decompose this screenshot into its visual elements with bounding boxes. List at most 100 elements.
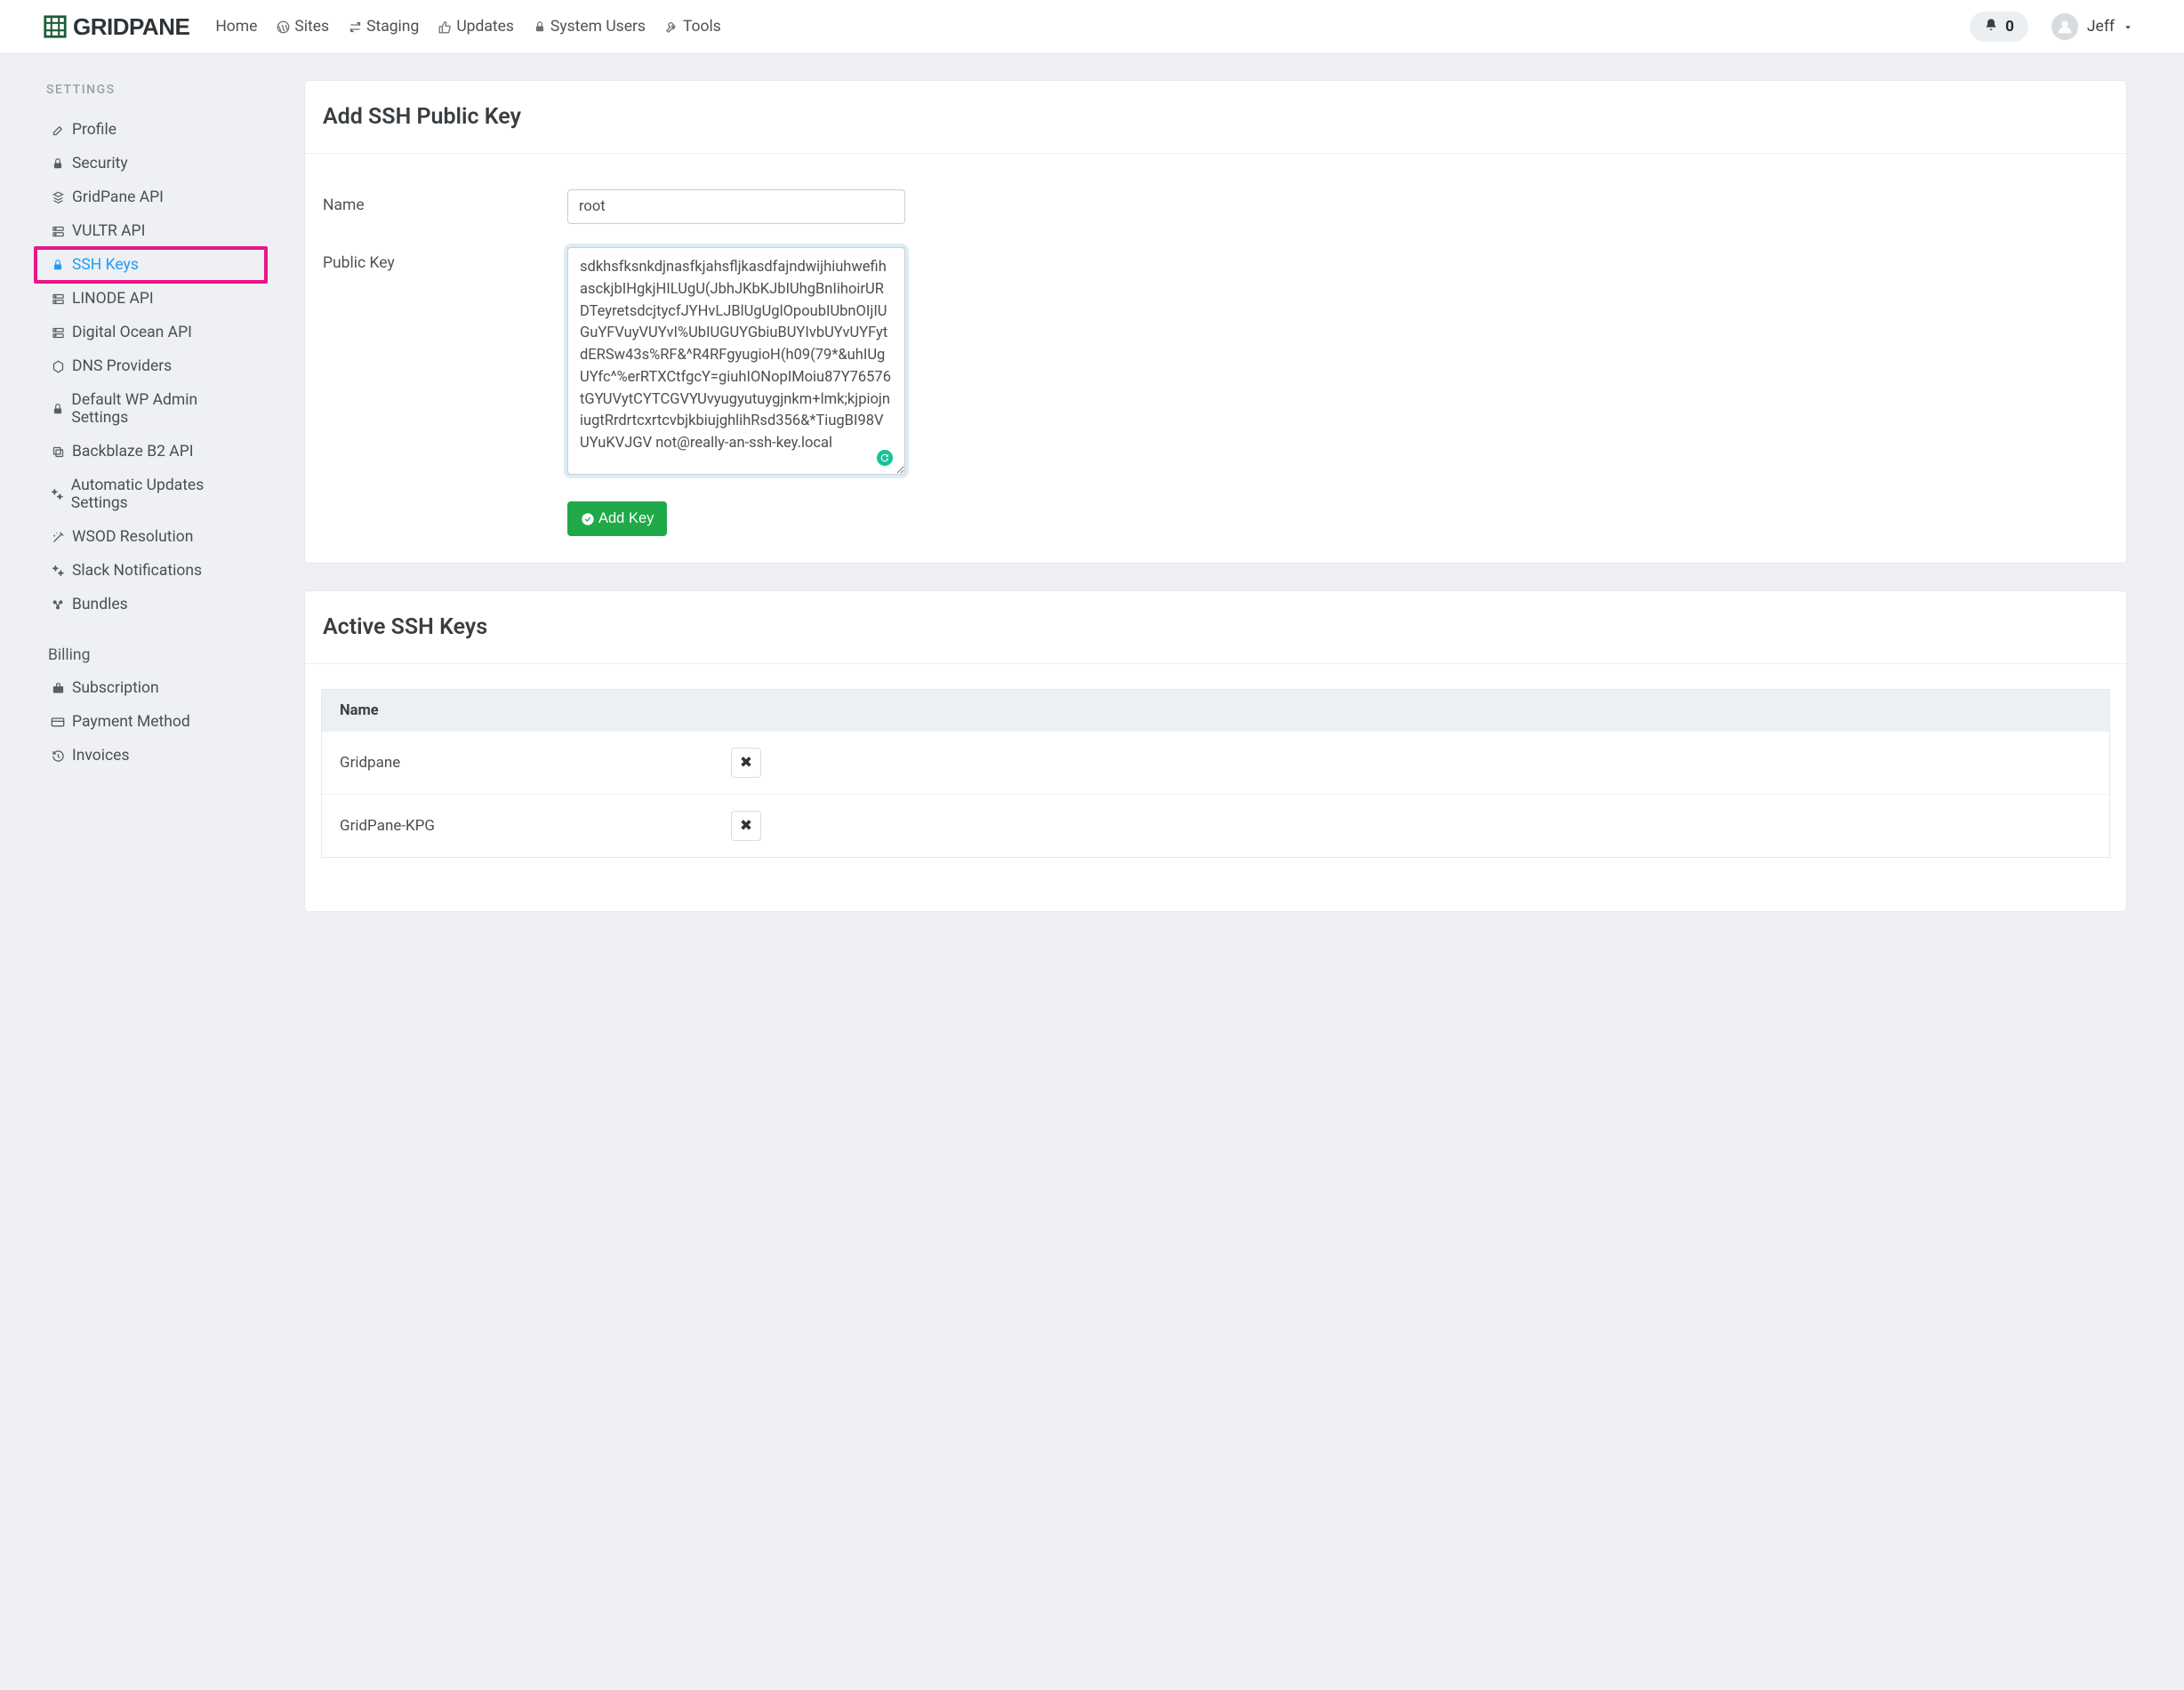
copy-icon [50,445,66,459]
sidebar-item-gridpane-api[interactable]: GridPane API [46,180,261,214]
sidebar-item-label: DNS Providers [72,357,172,375]
key-action-cell: ✖ [731,748,761,778]
server-icon [50,225,66,238]
bell-icon [1984,18,1998,36]
lock-icon [534,20,546,33]
sidebar-item-label: GridPane API [72,188,164,206]
sidebar-item-linode-api[interactable]: LINODE API [46,282,261,316]
sidebar-item-label: SSH Keys [72,256,139,274]
active-keys-body: Name Gridpane ✖ GridPane-KPG ✖ [305,664,2126,911]
thumbs-up-icon [438,20,452,34]
key-name-cell: GridPane-KPG [340,817,731,835]
delete-key-button[interactable]: ✖ [731,748,761,778]
card-icon [50,715,66,729]
sidebar-item-label: Subscription [72,679,159,697]
nav-home[interactable]: Home [207,11,265,43]
user-menu[interactable]: Jeff [2052,13,2132,40]
sidebar-item-label: VULTR API [72,222,145,240]
sidebar-item-slack-notifications[interactable]: Slack Notifications [46,554,261,588]
sidebar-item-digital-ocean-api[interactable]: Digital Ocean API [46,316,261,349]
add-ssh-card-header: Add SSH Public Key [305,81,2126,154]
active-ssh-keys-card: Active SSH Keys Name Gridpane ✖ GridPane-K… [305,591,2126,911]
nav-system-users-label: System Users [550,18,646,36]
sidebar-item-label: Security [72,155,128,172]
sidebar-item-label: Invoices [72,747,129,765]
edit-icon [50,124,66,137]
wand-icon [50,531,66,544]
sidebar-billing-heading: Billing [48,646,261,664]
sidebar-item-invoices[interactable]: Invoices [46,739,261,773]
sidebar-title: SETTINGS [46,83,261,97]
sidebar-item-default-wp-admin-settings[interactable]: Default WP Admin Settings [46,383,261,435]
sidebar-item-ssh-keys[interactable]: SSH Keys [46,248,261,282]
layout: SETTINGS Profile Security GridPane API VULT… [0,54,2184,965]
nav-tools[interactable]: Tools [657,11,729,43]
server-icon [50,292,66,306]
lock-icon [50,403,65,415]
add-ssh-card-title: Add SSH Public Key [323,104,2108,130]
brand[interactable]: GRIDPANE [16,13,207,41]
sidebar-billing-list: Subscription Payment Method Invoices [46,671,261,773]
keys-table: Name Gridpane ✖ GridPane-KPG ✖ [321,689,2110,858]
brand-logo-icon [43,14,68,39]
sidebar-item-label: Slack Notifications [72,562,202,580]
grammarly-icon [877,450,893,466]
notifications-pill[interactable]: 0 [1970,12,2028,42]
sidebar-item-wsod-resolution[interactable]: WSOD Resolution [46,520,261,554]
sidebar-item-dns-providers[interactable]: DNS Providers [46,349,261,383]
sidebar-item-profile[interactable]: Profile [46,113,261,147]
key-name-cell: Gridpane [340,754,731,772]
notifications-count: 0 [2005,18,2014,36]
sidebar-item-label: Bundles [72,596,128,613]
sidebar-list: Profile Security GridPane API VULTR API SSH … [46,113,261,621]
cogs-icon [50,564,66,578]
user-name: Jeff [2087,18,2115,36]
nav-updates[interactable]: Updates [430,11,522,43]
sidebar-item-label: Payment Method [72,713,190,731]
sidebar-item-label: Digital Ocean API [72,324,192,341]
active-keys-title: Active SSH Keys [323,614,2108,640]
nav-system-users[interactable]: System Users [526,11,654,43]
bundle-icon [50,597,66,612]
delete-key-button[interactable]: ✖ [731,811,761,841]
keys-table-header-name: Name [322,690,2109,732]
sidebar-item-backblaze-b2-api[interactable]: Backblaze B2 API [46,435,261,469]
nav-home-label: Home [215,18,257,36]
platform-icon [50,191,66,204]
hex-icon [50,360,66,373]
history-icon [50,749,66,763]
lock-icon [50,157,66,170]
close-icon: ✖ [740,754,752,772]
briefcase-icon [50,682,66,695]
sidebar-item-label: LINODE API [72,290,154,308]
nav-updates-label: Updates [456,18,514,36]
wrench-icon [665,20,678,34]
public-key-textarea[interactable] [567,247,905,475]
close-icon: ✖ [740,817,752,835]
nav-staging[interactable]: Staging [341,11,427,43]
sidebar-item-label: WSOD Resolution [72,528,193,546]
public-key-label: Public Key [323,247,567,272]
add-key-label: Add Key [598,510,654,527]
key-action-cell: ✖ [731,811,761,841]
name-input[interactable] [567,189,905,224]
top-nav: GRIDPANE Home Sites Staging Updates [0,0,2184,54]
sidebar-item-bundles[interactable]: Bundles [46,588,261,621]
sidebar-item-payment-method[interactable]: Payment Method [46,705,261,739]
sidebar-item-vultr-api[interactable]: VULTR API [46,214,261,248]
sidebar-item-automatic-updates-settings[interactable]: Automatic Updates Settings [46,469,261,520]
add-ssh-key-card: Add SSH Public Key Name Public Key [305,81,2126,563]
add-ssh-card-body: Name Public Key [305,154,2126,563]
cogs-icon [50,487,65,501]
nav-staging-label: Staging [366,18,419,36]
nav-sites[interactable]: Sites [269,11,337,43]
lock-icon [50,259,66,271]
brand-text: GRIDPANE [73,13,189,41]
sidebar-item-subscription[interactable]: Subscription [46,671,261,705]
sidebar: SETTINGS Profile Security GridPane API VULT… [0,54,280,965]
avatar-icon [2052,13,2078,40]
add-key-button[interactable]: Add Key [567,501,667,536]
wordpress-icon [277,20,290,34]
sidebar-item-security[interactable]: Security [46,147,261,180]
main: Add SSH Public Key Name Public Key [280,54,2184,965]
